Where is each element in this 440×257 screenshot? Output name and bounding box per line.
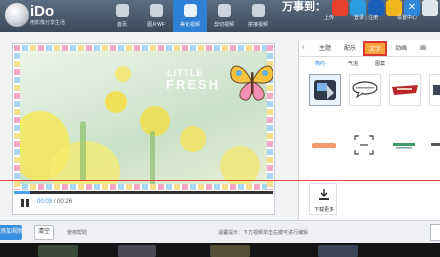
tab-frame[interactable]: 画 (420, 43, 426, 52)
sticker-partial-icon (431, 143, 440, 146)
brush-icon (184, 4, 197, 17)
tip-text: 温馨提示：下方视频单击右键可进行编辑 (218, 230, 309, 236)
sticker-panel: ‹ 主题 配乐 文字 动画 画 简约 气泡 图案 下载更多 (298, 40, 440, 220)
toolbar-edge-button[interactable] (430, 224, 440, 241)
main-nav: 首页 图片WF 美化视频 剪切视频 拼接视频 (105, 0, 275, 32)
sticker-caption-icon (393, 143, 415, 149)
add-video-button[interactable]: 添加视频 (0, 225, 22, 240)
main-area: LITTLE FRESH 00:03 / 00:26 ‹ 主题 配乐 文字 动画… (0, 32, 440, 220)
tab-text[interactable]: 文字 (363, 41, 387, 56)
download-more-button[interactable]: 下载更多 (309, 183, 337, 215)
time-display: 00:03 / 00:26 (37, 199, 72, 205)
more-icon[interactable] (422, 0, 438, 16)
subtab-pattern[interactable]: 图案 (375, 60, 385, 67)
sticker-item[interactable] (429, 74, 440, 106)
logo-text[interactable]: iDo (30, 3, 54, 20)
nav-item-image[interactable]: 图片WF (139, 0, 173, 32)
settings-link[interactable]: 设置中心 (397, 14, 417, 21)
video-preview: LITTLE FRESH 00:03 / 00:26 (12, 43, 275, 215)
sticker-partial-icon (433, 85, 440, 95)
download-more-label: 下载更多 (313, 207, 334, 213)
home-icon (116, 4, 129, 17)
sticker-item[interactable] (349, 74, 381, 106)
bottom-toolbar: 添加视频 清空 使用帮助 温馨提示：下方视频单击右键可进行编辑 (0, 220, 440, 243)
nav-item-join-video[interactable]: 拼接视频 (241, 0, 275, 32)
video-thumbnail-strip (0, 243, 440, 257)
clear-button[interactable]: 清空 (34, 225, 54, 240)
download-icon (319, 189, 329, 200)
butterfly-sticker-icon[interactable] (227, 58, 273, 104)
top-header: iDo 用影像分享生活 首页 图片WF 美化视频 剪切视频 拼接视频 万事到： … (0, 0, 440, 32)
logo-icon[interactable] (5, 3, 29, 27)
overlay-text-fresh: FRESH (166, 77, 221, 92)
nav-item-label: 图片WF (147, 22, 165, 28)
nav-item-label: 首页 (116, 22, 127, 28)
chevron-left-icon[interactable]: ‹ (302, 44, 304, 51)
sticker-ribbon-icon (392, 85, 418, 95)
sticker-item[interactable] (389, 130, 421, 162)
subtab-bubble[interactable]: 气泡 (348, 60, 358, 67)
sticker-frame: LITTLE FRESH (14, 45, 273, 190)
tab-music[interactable]: 配乐 (344, 43, 356, 52)
pause-button[interactable] (20, 198, 30, 208)
sticker-block-icon (314, 80, 336, 100)
time-current: 00:03 (37, 199, 53, 205)
playback-controls: 00:03 / 00:26 (14, 190, 273, 214)
sticker-item[interactable] (429, 130, 440, 162)
progress-bar[interactable] (14, 191, 273, 194)
nav-item-label: 美化视频 (179, 22, 200, 28)
sticker-corner-frame-icon (354, 135, 374, 155)
video-thumbnail[interactable] (38, 245, 78, 257)
account-link[interactable]: 登录 | 注册 (354, 14, 378, 21)
help-link[interactable]: 使用帮助 (67, 229, 87, 236)
material-tabs: ‹ 主题 配乐 文字 动画 画 (299, 40, 440, 57)
weibo-icon[interactable] (332, 0, 348, 16)
nav-item-cut-video[interactable]: 剪切视频 (207, 0, 241, 32)
sticker-item[interactable] (349, 130, 381, 162)
nav-item-beautify-video[interactable]: 美化视频 (173, 0, 207, 32)
sticker-item[interactable] (309, 130, 341, 162)
sticker-speech-bubble-icon (352, 81, 378, 99)
image-icon (150, 4, 163, 17)
subtab-simple[interactable]: 简约 (315, 60, 325, 67)
sticker-text-art-icon (312, 143, 336, 148)
marker-line (0, 180, 440, 181)
time-total: 00:26 (57, 199, 73, 205)
nav-item-label: 拼接视频 (247, 22, 268, 28)
upload-link[interactable]: 上传 (324, 14, 334, 21)
film-icon (252, 4, 265, 17)
tab-theme[interactable]: 主题 (319, 43, 331, 52)
nav-item-label: 剪切视频 (213, 22, 234, 28)
sticker-subtabs: 简约 气泡 图案 (299, 58, 440, 71)
nav-item-home[interactable]: 首页 (105, 0, 139, 32)
video-thumbnail[interactable] (210, 245, 250, 257)
header-overlay-text: 万事到： (282, 1, 326, 13)
video-thumbnail[interactable] (318, 245, 358, 257)
video-thumbnail[interactable] (118, 245, 156, 257)
progress-fill (14, 191, 30, 194)
scissors-icon (218, 4, 231, 17)
sticker-item[interactable] (309, 74, 341, 106)
tab-animation[interactable]: 动画 (395, 43, 407, 52)
logo-slogan: 用影像分享生活 (30, 20, 66, 26)
sticker-item[interactable] (389, 74, 421, 106)
